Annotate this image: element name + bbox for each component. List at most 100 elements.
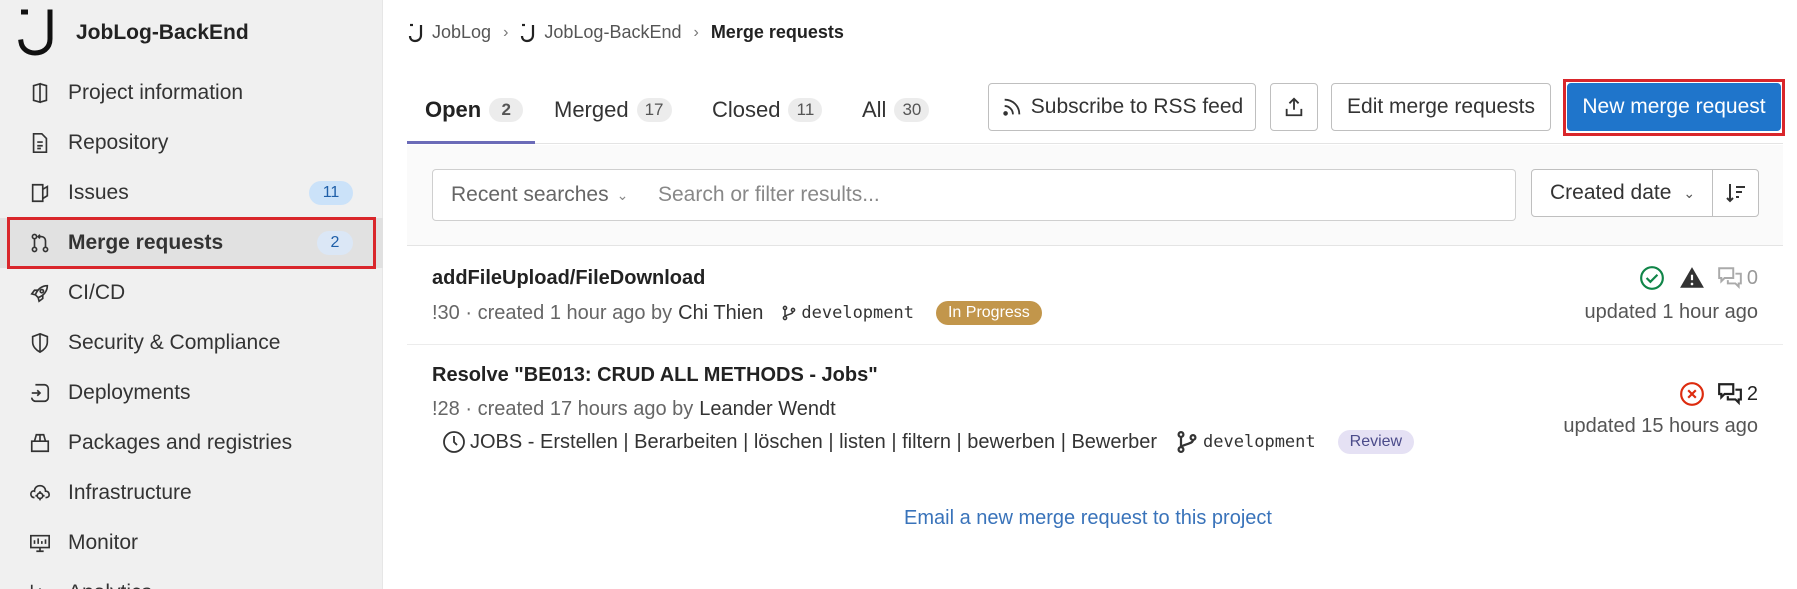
export-icon	[1285, 97, 1303, 117]
merge-request-ref: !30 · created 1 hour ago by	[432, 301, 673, 324]
merge-request-status-icons: 0	[1625, 265, 1758, 291]
sidebar-item-security-compliance[interactable]: Security & Compliance	[0, 318, 383, 368]
milestone-label[interactable]: JOBS - Erstellen | Berarbeiten | löschen…	[470, 431, 1157, 454]
sort-direction-button[interactable]	[1712, 169, 1759, 217]
issues-count-badge: 11	[309, 181, 353, 205]
package-icon	[28, 431, 52, 455]
merge-request-row[interactable]: addFileUpload/FileDownload !30 · created…	[407, 246, 1783, 345]
chevron-down-icon: ⌄	[1683, 184, 1696, 201]
sidebar-item-label: Project information	[68, 81, 244, 104]
target-branch[interactable]: development	[781, 303, 914, 323]
sidebar-item-label: Issues	[68, 181, 129, 204]
export-button[interactable]	[1270, 83, 1318, 131]
shield-icon	[28, 331, 52, 355]
group-logo-icon	[408, 23, 423, 42]
sidebar-item-cicd[interactable]: CI/CD	[0, 268, 383, 318]
new-merge-request-highlight-box	[1563, 79, 1785, 136]
project-name: JobLog-BackEnd	[76, 21, 249, 44]
merge-request-author[interactable]: Chi Thien	[678, 302, 763, 325]
tab-count-badge: 17	[636, 98, 672, 122]
tab-label: Merged	[554, 97, 629, 122]
sidebar-item-infrastructure[interactable]: Infrastructure	[0, 468, 383, 518]
project-logo-icon	[521, 23, 535, 42]
comments-count-value: 0	[1746, 266, 1758, 289]
target-branch[interactable]: development	[1175, 430, 1316, 454]
updated-time: updated 1 hour ago	[1584, 301, 1759, 323]
tab-open[interactable]: Open 2	[425, 76, 524, 144]
sidebar-item-label: Analytics	[68, 581, 152, 589]
cloud-gear-icon	[28, 481, 52, 505]
sidebar-item-label: Packages and registries	[68, 431, 293, 454]
updated-time: updated 15 hours ago	[1563, 415, 1758, 437]
warning-icon[interactable]	[1679, 265, 1705, 291]
clock-icon	[443, 431, 465, 453]
sidebar-item-repository[interactable]: Repository	[0, 118, 383, 168]
sort-dropdown[interactable]: Created date ⌄	[1531, 169, 1713, 217]
tab-all[interactable]: All 30	[862, 76, 930, 144]
sidebar-item-label: Security & Compliance	[68, 331, 281, 354]
sidebar-item-label: Repository	[68, 131, 169, 154]
chart-icon	[28, 581, 52, 589]
merge-request-row[interactable]: Resolve "BE013: CRUD ALL METHODS - Jobs"…	[407, 345, 1783, 476]
issues-icon	[28, 181, 52, 205]
sidebar-item-monitor[interactable]: Monitor	[0, 518, 383, 568]
edit-merge-requests-button[interactable]: Edit merge requests	[1331, 83, 1551, 131]
project-header[interactable]: JobLog-BackEnd	[18, 8, 249, 58]
email-new-merge-request-link[interactable]: Email a new merge request to this projec…	[904, 507, 1272, 530]
tab-count-badge: 11	[788, 98, 823, 122]
merge-request-title[interactable]: Resolve "BE013: CRUD ALL METHODS - Jobs"	[432, 364, 878, 387]
sidebar-item-project-information[interactable]: Project information	[0, 68, 383, 118]
search-input[interactable]	[638, 169, 1516, 221]
tab-closed[interactable]: Closed 11	[712, 76, 823, 144]
sort-lowest-icon	[1725, 184, 1745, 203]
merge-request-meta: !30 · created 1 hour ago by Chi Thien de…	[432, 301, 1042, 325]
rocket-icon	[28, 281, 52, 305]
subscribe-rss-button[interactable]: Subscribe to RSS feed	[988, 83, 1256, 131]
status-badge[interactable]: In Progress	[935, 301, 1042, 325]
sidebar-nav: Project information Repository Issues 11…	[0, 68, 383, 589]
pipeline-passed-icon[interactable]	[1639, 265, 1665, 291]
merge-request-details: JOBS - Erstellen | Berarbeiten | löschen…	[442, 430, 1415, 454]
comments-icon	[1717, 383, 1742, 406]
target-branch-label: development	[801, 303, 914, 323]
tab-label: Open	[425, 97, 482, 122]
breadcrumb-group[interactable]: JobLog	[408, 22, 491, 43]
sidebar-item-label: Deployments	[68, 381, 191, 404]
comments-icon	[1718, 267, 1742, 290]
sort-label: Created date	[1550, 181, 1672, 204]
sidebar-item-label: Monitor	[68, 531, 139, 554]
breadcrumb-current[interactable]: Merge requests	[711, 22, 844, 43]
sidebar-item-issues[interactable]: Issues 11	[0, 168, 383, 218]
rss-icon	[1003, 98, 1021, 116]
branch-icon	[783, 305, 796, 321]
comments-count[interactable]: 0	[1717, 265, 1758, 291]
sidebar-item-analytics[interactable]: Analytics	[0, 568, 383, 589]
comments-count-value: 2	[1746, 382, 1758, 405]
comments-count[interactable]: 2	[1717, 381, 1758, 407]
subscribe-rss-label: Subscribe to RSS feed	[1030, 95, 1244, 118]
tab-count-badge: 30	[894, 98, 930, 122]
breadcrumb: JobLog › JobLog-BackEnd › Merge requests	[408, 22, 844, 43]
sidebar-item-label: Infrastructure	[68, 481, 192, 504]
active-tab-indicator	[407, 141, 535, 144]
tab-merged[interactable]: Merged 17	[554, 76, 672, 144]
sidebar: JobLog-BackEnd Project information Repos…	[0, 0, 383, 589]
recent-searches-dropdown[interactable]: Recent searches ⌄	[432, 169, 639, 221]
pipeline-failed-icon[interactable]	[1679, 381, 1705, 407]
sidebar-item-deployments[interactable]: Deployments	[0, 368, 383, 418]
merge-request-title[interactable]: addFileUpload/FileDownload	[432, 267, 705, 290]
sidebar-item-label: CI/CD	[68, 281, 126, 304]
breadcrumb-separator-icon: ›	[503, 23, 509, 41]
tab-label: All	[862, 97, 887, 122]
edit-merge-requests-label: Edit merge requests	[1347, 95, 1535, 118]
recent-searches-label: Recent searches	[451, 183, 609, 206]
monitor-icon	[28, 531, 52, 555]
merge-request-author[interactable]: Leander Wendt	[699, 398, 835, 421]
document-icon	[28, 131, 52, 155]
breadcrumb-project[interactable]: JobLog-BackEnd	[520, 22, 681, 43]
merge-request-status-icons: 2	[1665, 381, 1758, 407]
sidebar-item-packages-registries[interactable]: Packages and registries	[0, 418, 383, 468]
branch-icon	[1177, 430, 1197, 454]
chevron-down-icon: ⌄	[616, 186, 629, 203]
status-badge[interactable]: Review	[1337, 430, 1415, 454]
